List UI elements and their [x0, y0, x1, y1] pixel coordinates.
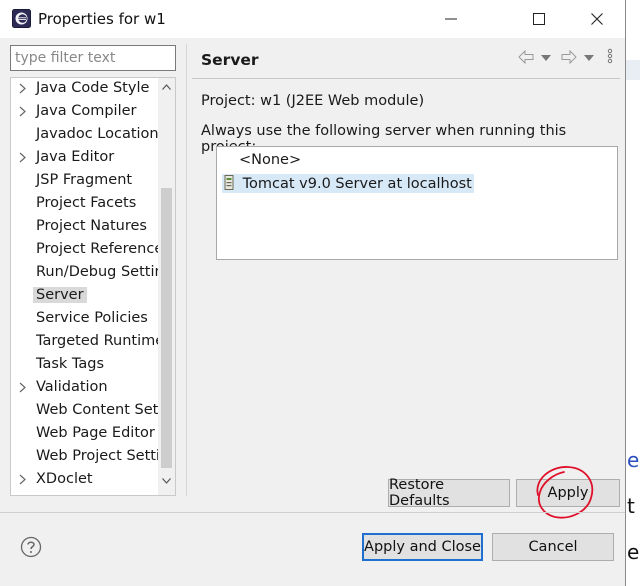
tree-item[interactable]: Project Facets — [11, 193, 159, 215]
window-title: Properties for w1 — [38, 10, 166, 28]
close-icon — [591, 13, 603, 25]
chevron-down-icon[interactable] — [584, 55, 594, 61]
tree-item[interactable]: Javadoc Location — [11, 124, 159, 146]
project-label: Project: w1 (J2EE Web module) — [201, 93, 425, 109]
server-icon — [224, 175, 234, 190]
tree-item[interactable]: Targeted Runtimes — [11, 331, 159, 353]
tree-item[interactable]: Service Policies — [11, 308, 159, 330]
properties-dialog: Properties for w1 Java Code StyleJava Co… — [0, 0, 626, 586]
tree-item-label: Validation — [36, 379, 108, 395]
tree-item[interactable]: Web Project Settings — [11, 446, 159, 468]
tree-item-label: Server — [33, 287, 87, 303]
title-bar: Properties for w1 — [0, 0, 625, 38]
tree-item[interactable]: Project References — [11, 239, 159, 261]
chevron-right-icon[interactable] — [19, 382, 26, 393]
tree-item[interactable]: Run/Debug Settings — [11, 262, 159, 284]
tree-item[interactable]: Web Page Editor — [11, 423, 159, 445]
close-button[interactable] — [568, 0, 625, 38]
tree-item-label: JSP Fragment — [36, 172, 133, 188]
tree-item[interactable]: Java Compiler — [11, 101, 159, 123]
tree-item[interactable]: Project Natures — [11, 216, 159, 238]
help-icon[interactable] — [20, 536, 42, 558]
scroll-down-icon[interactable] — [162, 478, 171, 484]
server-option-label: Tomcat v9.0 Server at localhost — [242, 176, 472, 192]
tree-scrollbar[interactable] — [158, 78, 175, 495]
forward-arrow-icon[interactable] — [561, 50, 577, 64]
view-menu-icon[interactable] — [607, 48, 613, 64]
tree-item-label: Javadoc Location — [36, 126, 159, 142]
back-arrow-icon[interactable] — [518, 50, 534, 64]
page-title: Server — [201, 51, 259, 69]
eclipse-icon — [12, 9, 31, 28]
tree-item[interactable]: Java Code Style — [11, 78, 159, 100]
scrollbar-thumb[interactable] — [161, 188, 172, 468]
tree-item-label: Web Content Settings — [36, 402, 159, 418]
tree-item-label: Service Policies — [36, 310, 148, 326]
scroll-up-icon[interactable] — [162, 84, 171, 90]
background-window: e t e — [626, 0, 640, 586]
chevron-right-icon[interactable] — [19, 152, 26, 163]
pane-divider[interactable] — [186, 44, 187, 496]
chevron-right-icon[interactable] — [19, 106, 26, 117]
tree-item-label: Project Natures — [36, 218, 147, 234]
chevron-right-icon[interactable] — [19, 474, 26, 485]
annotation-circle — [536, 466, 594, 519]
server-list: <None> Tomcat v9.0 Server at localhost — [216, 146, 618, 260]
footer-separator — [0, 512, 625, 513]
tree-item-label: Run/Debug Settings — [36, 264, 159, 280]
tree-item-label: Task Tags — [36, 356, 105, 372]
tree-item-label: Web Page Editor — [36, 425, 155, 441]
server-option-tomcat[interactable]: Tomcat v9.0 Server at localhost — [222, 174, 474, 193]
restore-defaults-button[interactable]: Restore Defaults — [388, 477, 510, 509]
properties-tree: Java Code Style Java Compiler Javadoc Loca… — [10, 77, 176, 496]
tree-item-label: Project References — [36, 241, 159, 257]
minimize-button[interactable] — [422, 0, 480, 38]
tree-item-label: XDoclet — [36, 471, 93, 487]
apply-and-close-button[interactable]: Apply and Close — [362, 533, 483, 561]
tree-item-label: Web Project Settings — [36, 448, 159, 464]
tree-item[interactable]: Server — [11, 285, 159, 307]
chevron-down-icon[interactable] — [541, 55, 551, 61]
tree-item[interactable]: JSP Fragment — [11, 170, 159, 192]
minimize-icon — [445, 18, 457, 20]
tree-item[interactable]: Java Editor — [11, 147, 159, 169]
tree-item[interactable]: XDoclet — [11, 469, 159, 491]
chevron-right-icon[interactable] — [19, 83, 26, 94]
tree-item[interactable]: Web Content Settings — [11, 400, 159, 422]
tree-item[interactable]: Task Tags — [11, 354, 159, 376]
maximize-icon — [533, 13, 545, 25]
tree-item-label: Project Facets — [36, 195, 137, 211]
maximize-button[interactable] — [510, 0, 568, 38]
tree-item[interactable]: Validation — [11, 377, 159, 399]
cancel-button[interactable]: Cancel — [492, 533, 614, 561]
tree-item-label: Java Editor — [36, 149, 115, 165]
tree-item-label: Java Compiler — [36, 103, 137, 119]
filter-input[interactable] — [10, 45, 176, 71]
header-separator — [192, 78, 620, 79]
tree-item-label: Targeted Runtimes — [36, 333, 159, 349]
tree-item-label: Java Code Style — [36, 80, 150, 96]
server-option-none[interactable]: <None> — [239, 152, 301, 168]
